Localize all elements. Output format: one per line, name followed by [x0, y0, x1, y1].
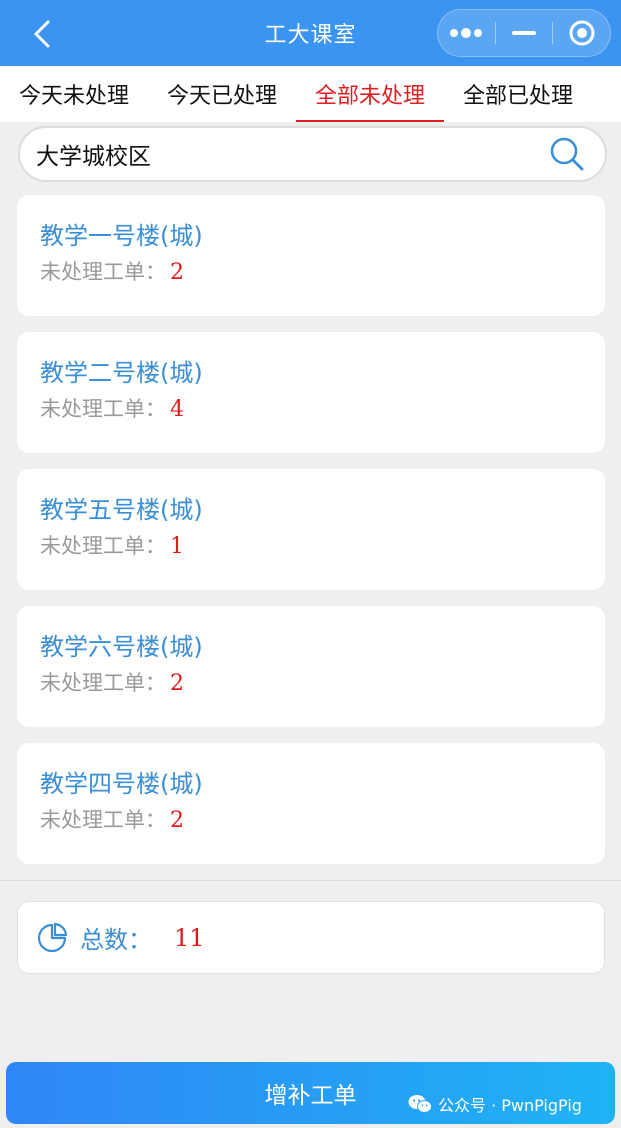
unprocessed-count: 2	[170, 671, 184, 696]
minimize-icon	[512, 31, 536, 35]
tab-today-unprocessed[interactable]: 今天未处理	[0, 66, 148, 122]
unprocessed-label: 未处理工单：	[40, 397, 166, 421]
unprocessed-count: 2	[170, 260, 184, 285]
unprocessed-label: 未处理工单：	[40, 260, 166, 284]
unprocessed-count: 1	[170, 534, 184, 559]
target-circle-icon	[569, 20, 595, 46]
tab-all-processed[interactable]: 全部已处理	[444, 66, 592, 122]
unprocessed-label: 未处理工单：	[40, 808, 166, 832]
watermark-text: 公众号 · PwnPigPig	[438, 1096, 582, 1115]
nav-bar: 工大课室	[0, 0, 621, 66]
building-card[interactable]: 教学四号楼(城) 未处理工单： 2	[17, 743, 605, 864]
building-card[interactable]: 教学一号楼(城) 未处理工单： 2	[17, 195, 605, 316]
building-list: 教学一号楼(城) 未处理工单： 2 教学二号楼(城) 未处理工单： 4 教学五号楼(…	[17, 195, 605, 880]
total-label: 总数：	[80, 926, 152, 954]
building-name: 教学一号楼(城)	[40, 222, 203, 250]
unprocessed-label: 未处理工单：	[40, 534, 166, 558]
unprocessed-label: 未处理工单：	[40, 671, 166, 695]
search-input[interactable]	[36, 141, 547, 167]
total-summary: 总数： 11	[17, 901, 605, 974]
building-name: 教学六号楼(城)	[40, 633, 203, 661]
wechat-icon	[408, 1095, 432, 1113]
search-icon	[550, 137, 584, 171]
building-name: 教学四号楼(城)	[40, 770, 203, 798]
unprocessed-row: 未处理工单： 2	[40, 805, 605, 836]
close-button[interactable]	[553, 10, 610, 56]
more-button[interactable]	[438, 10, 495, 56]
pie-chart-icon	[37, 922, 68, 952]
unprocessed-row: 未处理工单： 1	[40, 531, 605, 562]
search-bar	[18, 126, 607, 182]
minimize-button[interactable]	[496, 10, 553, 56]
building-card[interactable]: 教学二号楼(城) 未处理工单： 4	[17, 332, 605, 453]
building-name: 教学五号楼(城)	[40, 496, 203, 524]
tab-today-processed[interactable]: 今天已处理	[148, 66, 296, 122]
total-count: 11	[174, 923, 205, 952]
watermark: 公众号 · PwnPigPig	[408, 1090, 582, 1118]
mini-program-capsule	[437, 9, 611, 57]
tab-all-unprocessed[interactable]: 全部未处理	[296, 66, 444, 122]
unprocessed-row: 未处理工单： 4	[40, 394, 605, 425]
unprocessed-count: 2	[170, 808, 184, 833]
unprocessed-row: 未处理工单： 2	[40, 257, 605, 288]
search-button[interactable]	[547, 134, 587, 174]
section-divider	[0, 880, 621, 881]
building-name: 教学二号楼(城)	[40, 359, 203, 387]
building-card[interactable]: 教学五号楼(城) 未处理工单： 1	[17, 469, 605, 590]
unprocessed-count: 4	[170, 397, 184, 422]
building-card[interactable]: 教学六号楼(城) 未处理工单： 2	[17, 606, 605, 727]
filter-tabs: 今天未处理 今天已处理 全部未处理 全部已处理	[0, 66, 621, 122]
more-dots-icon	[450, 28, 483, 38]
unprocessed-row: 未处理工单： 2	[40, 668, 605, 699]
